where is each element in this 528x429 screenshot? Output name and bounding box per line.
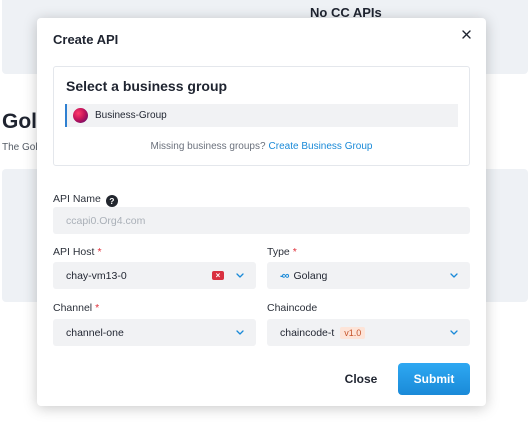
api-name-label-wrap: API Name? — [53, 193, 118, 207]
required-marker: * — [95, 302, 100, 314]
background-heading: Gol — [2, 110, 37, 133]
api-host-select[interactable]: chay-vm13-0 × — [53, 262, 256, 289]
required-marker: * — [97, 246, 102, 258]
channel-label: Channel — [53, 302, 93, 314]
chaincode-value: chaincode-t — [280, 326, 335, 339]
type-select[interactable]: -∞ Golang — [267, 262, 470, 289]
chevron-down-icon — [234, 327, 246, 339]
missing-business-groups-text: Missing business groups? — [150, 141, 266, 152]
close-icon[interactable] — [458, 26, 474, 42]
api-name-input[interactable]: ccapi0.Org4.com — [53, 207, 470, 234]
background-subtext: The Gol — [2, 142, 38, 153]
api-host-label-wrap: API Host * — [53, 246, 102, 258]
api-host-value: chay-vm13-0 — [66, 269, 127, 282]
type-label: Type — [267, 246, 290, 258]
business-group-panel: Select a business group Business-Group M… — [53, 66, 470, 166]
business-group-avatar — [73, 108, 88, 123]
golang-icon: -∞ — [280, 269, 289, 282]
clear-icon[interactable]: × — [212, 271, 224, 280]
modal-title: Create API — [53, 32, 119, 47]
chevron-down-icon — [448, 327, 460, 339]
chaincode-select[interactable]: chaincode-t v1.0 — [267, 319, 470, 346]
api-name-label: API Name — [53, 193, 101, 205]
create-api-modal: Create API Select a business group Busin… — [37, 18, 486, 406]
channel-value: channel-one — [66, 326, 124, 339]
required-marker: * — [292, 246, 297, 258]
api-host-label: API Host — [53, 246, 95, 258]
submit-button[interactable]: Submit — [398, 363, 470, 395]
channel-label-wrap: Channel * — [53, 302, 99, 314]
version-badge: v1.0 — [340, 326, 366, 339]
api-name-placeholder: ccapi0.Org4.com — [66, 214, 146, 227]
chaincode-label-wrap: Chaincode — [267, 302, 317, 314]
business-group-label: Business-Group — [95, 110, 167, 121]
type-label-wrap: Type * — [267, 246, 297, 258]
channel-select[interactable]: channel-one — [53, 319, 256, 346]
business-group-option[interactable]: Business-Group — [65, 104, 458, 127]
missing-business-groups: Missing business groups? Create Business … — [54, 141, 469, 152]
chevron-down-icon — [234, 270, 246, 282]
chaincode-label: Chaincode — [267, 302, 318, 314]
chevron-down-icon — [448, 270, 460, 282]
help-icon[interactable]: ? — [105, 195, 118, 207]
type-value: Golang — [293, 269, 328, 282]
create-business-group-link[interactable]: Create Business Group — [269, 141, 373, 152]
close-button[interactable]: Close — [333, 365, 389, 392]
business-group-title: Select a business group — [66, 78, 228, 94]
